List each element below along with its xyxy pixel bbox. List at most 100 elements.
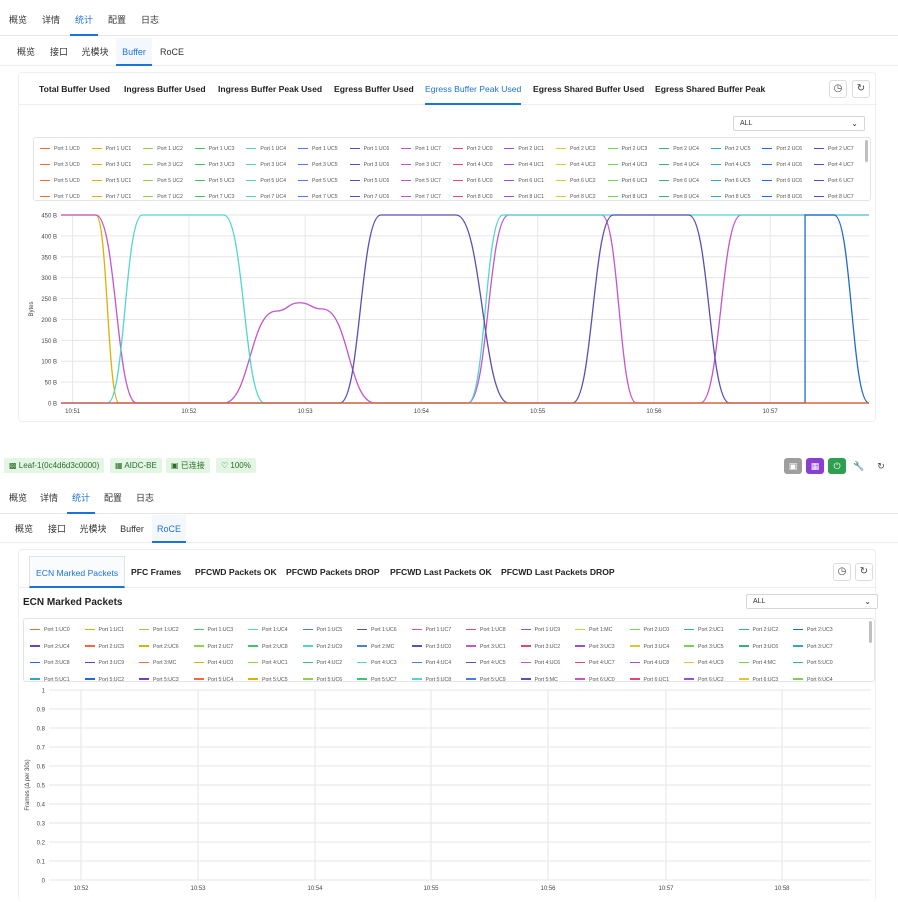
legend-item[interactable]: Port 4:UC0 [193, 659, 233, 667]
tab-pfcwd-last-packets-drop[interactable]: PFCWD Last Packets DROP [501, 556, 615, 588]
legend-item[interactable]: Port 3 UC4 [246, 161, 286, 169]
legend-item[interactable]: Port 2 UC6 [762, 145, 802, 153]
legend-item[interactable]: Port 1:UC1 [84, 626, 124, 634]
legend-item[interactable]: Port 4:UC4 [411, 659, 451, 667]
legend-item[interactable]: Port 5:UC5 [248, 676, 288, 681]
legend-item[interactable]: Port 5:UC1 [30, 676, 70, 681]
nav-details[interactable]: 详情 [35, 482, 63, 514]
subnav-overview[interactable]: 概览 [12, 38, 40, 66]
tab-egress-shared-buffer-used[interactable]: Egress Shared Buffer Used [533, 73, 644, 105]
legend-item[interactable]: Port 2:UC0 [629, 626, 669, 634]
legend-item[interactable]: Port 6 UC4 [659, 177, 699, 185]
legend-item[interactable]: Port 3 UC1 [91, 161, 131, 169]
legend-item[interactable]: Port 8 UC3 [607, 193, 647, 200]
nav-statistics[interactable]: 统计 [70, 4, 98, 36]
legend-item[interactable]: Port 1:UC7 [411, 626, 451, 634]
legend-item[interactable]: Port 3 UC5 [298, 161, 338, 169]
legend-item[interactable]: Port 1 UC4 [246, 145, 286, 153]
legend-item[interactable]: Port 2 UC5 [710, 145, 750, 153]
legend-item[interactable]: Port 5:MC [520, 676, 558, 681]
legend-item[interactable]: Port 5 UC2 [143, 177, 183, 185]
subnav-interface[interactable]: 接口 [46, 38, 72, 66]
subnav-buffer[interactable]: Buffer [116, 515, 148, 543]
legend-item[interactable]: Port 3:UC0 [411, 643, 451, 651]
legend-item[interactable]: Port 3:UC9 [84, 659, 124, 667]
legend-item[interactable]: Port 8 UC0 [452, 193, 492, 200]
legend-item[interactable]: Port 1:UC2 [139, 626, 179, 634]
legend-item[interactable]: Port 1 UC5 [298, 145, 338, 153]
legend-item[interactable]: Port 6 UC1 [504, 177, 544, 185]
nav-logs[interactable]: 日志 [131, 482, 159, 514]
legend-item[interactable]: Port 3:UC8 [30, 659, 70, 667]
legend-item[interactable]: Port 5 UC3 [194, 177, 234, 185]
legend-item[interactable]: Port 5:UC0 [793, 659, 833, 667]
legend-item[interactable]: Port 4:UC3 [357, 659, 397, 667]
legend-scrollbar[interactable] [865, 140, 868, 162]
nav-details[interactable]: 详情 [37, 4, 65, 36]
legend-item[interactable]: Port 1 UC0 [40, 145, 80, 153]
legend-item[interactable]: Port 7 UC6 [349, 193, 389, 200]
legend-item[interactable]: Port 7 UC3 [194, 193, 234, 200]
legend-item[interactable]: Port 7 UC4 [246, 193, 286, 200]
legend-item[interactable]: Port 5 UC6 [349, 177, 389, 185]
legend-item[interactable]: Port 8 UC2 [556, 193, 596, 200]
legend-item[interactable]: Port 5:UC7 [357, 676, 397, 681]
legend-item[interactable]: Port 3:UC1 [466, 643, 506, 651]
legend-item[interactable]: Port 7 UC0 [40, 193, 80, 200]
legend-item[interactable]: Port 1 UC6 [349, 145, 389, 153]
legend-item[interactable]: Port 2 UC7 [814, 145, 854, 153]
legend-item[interactable]: Port 6 UC3 [607, 177, 647, 185]
nav-statistics[interactable]: 统计 [67, 482, 95, 514]
legend-item[interactable]: Port 1 UC3 [194, 145, 234, 153]
legend-item[interactable]: Port 6 UC2 [556, 177, 596, 185]
legend-item[interactable]: Port 3 UC7 [401, 161, 441, 169]
nav-logs[interactable]: 日志 [136, 4, 164, 36]
legend-item[interactable]: Port 3:UC2 [520, 643, 560, 651]
legend-item[interactable]: Port 4 UC2 [556, 161, 596, 169]
legend-item[interactable]: Port 1:UC9 [520, 626, 560, 634]
legend-item[interactable]: Port 5 UC4 [246, 177, 286, 185]
legend-item[interactable]: Port 2:UC2 [738, 626, 778, 634]
legend-item[interactable]: Port 3:UC5 [684, 643, 724, 651]
legend-item[interactable]: Port 2:UC6 [139, 643, 179, 651]
tab-ecn-marked-packets[interactable]: ECN Marked Packets [29, 556, 126, 588]
legend-item[interactable]: Port 6 UC7 [814, 177, 854, 185]
legend-item[interactable]: Port 4:UC2 [302, 659, 342, 667]
legend-item[interactable]: Port 4 UC3 [607, 161, 647, 169]
legend-item[interactable]: Port 8 UC4 [659, 193, 699, 200]
legend-item[interactable]: Port 1:MC [575, 626, 612, 634]
refresh-button[interactable]: ↻ [852, 80, 870, 98]
legend-item[interactable]: Port 5 UC7 [401, 177, 441, 185]
legend-item[interactable]: Port 5:UC8 [411, 676, 451, 681]
legend-item[interactable]: Port 7 UC5 [298, 193, 338, 200]
nav-config[interactable]: 配置 [99, 482, 127, 514]
legend-item[interactable]: Port 1 UC2 [143, 145, 183, 153]
subnav-buffer[interactable]: Buffer [116, 38, 152, 66]
legend-item[interactable]: Port 3:UC3 [575, 643, 615, 651]
legend-item[interactable]: Port 6:UC0 [575, 676, 615, 681]
legend-item[interactable]: Port 3:UC7 [793, 643, 833, 651]
legend-item[interactable]: Port 1 UC1 [91, 145, 131, 153]
refresh-button[interactable]: ↻ [855, 563, 873, 581]
subnav-overview[interactable]: 概览 [10, 515, 38, 543]
legend-item[interactable]: Port 4:UC8 [629, 659, 669, 667]
legend-item[interactable]: Port 4 UC5 [710, 161, 750, 169]
nav-overview[interactable]: 概览 [4, 482, 32, 514]
legend-item[interactable]: Port 7 UC1 [91, 193, 131, 200]
nav-config[interactable]: 配置 [103, 4, 131, 36]
legend-item[interactable]: Port 6:UC3 [738, 676, 778, 681]
legend-item[interactable]: Port 6 UC5 [710, 177, 750, 185]
legend-item[interactable]: Port 2:UC5 [84, 643, 124, 651]
legend-item[interactable]: Port 6 UC0 [452, 177, 492, 185]
port-filter-select[interactable]: ALL ⌄ [733, 116, 865, 131]
legend-item[interactable]: Port 2:UC4 [30, 643, 70, 651]
legend-item[interactable]: Port 5:UC4 [193, 676, 233, 681]
tab-egress-buffer-used[interactable]: Egress Buffer Used [334, 73, 414, 105]
legend-item[interactable]: Port 1:UC5 [302, 626, 342, 634]
legend-item[interactable]: Port 4 UC0 [452, 161, 492, 169]
legend-item[interactable]: Port 5:UC2 [84, 676, 124, 681]
legend-item[interactable]: Port 6:UC2 [684, 676, 724, 681]
legend-item[interactable]: Port 7 UC2 [143, 193, 183, 200]
legend-item[interactable]: Port 5:UC3 [139, 676, 179, 681]
subnav-roce[interactable]: RoCE [152, 515, 186, 543]
